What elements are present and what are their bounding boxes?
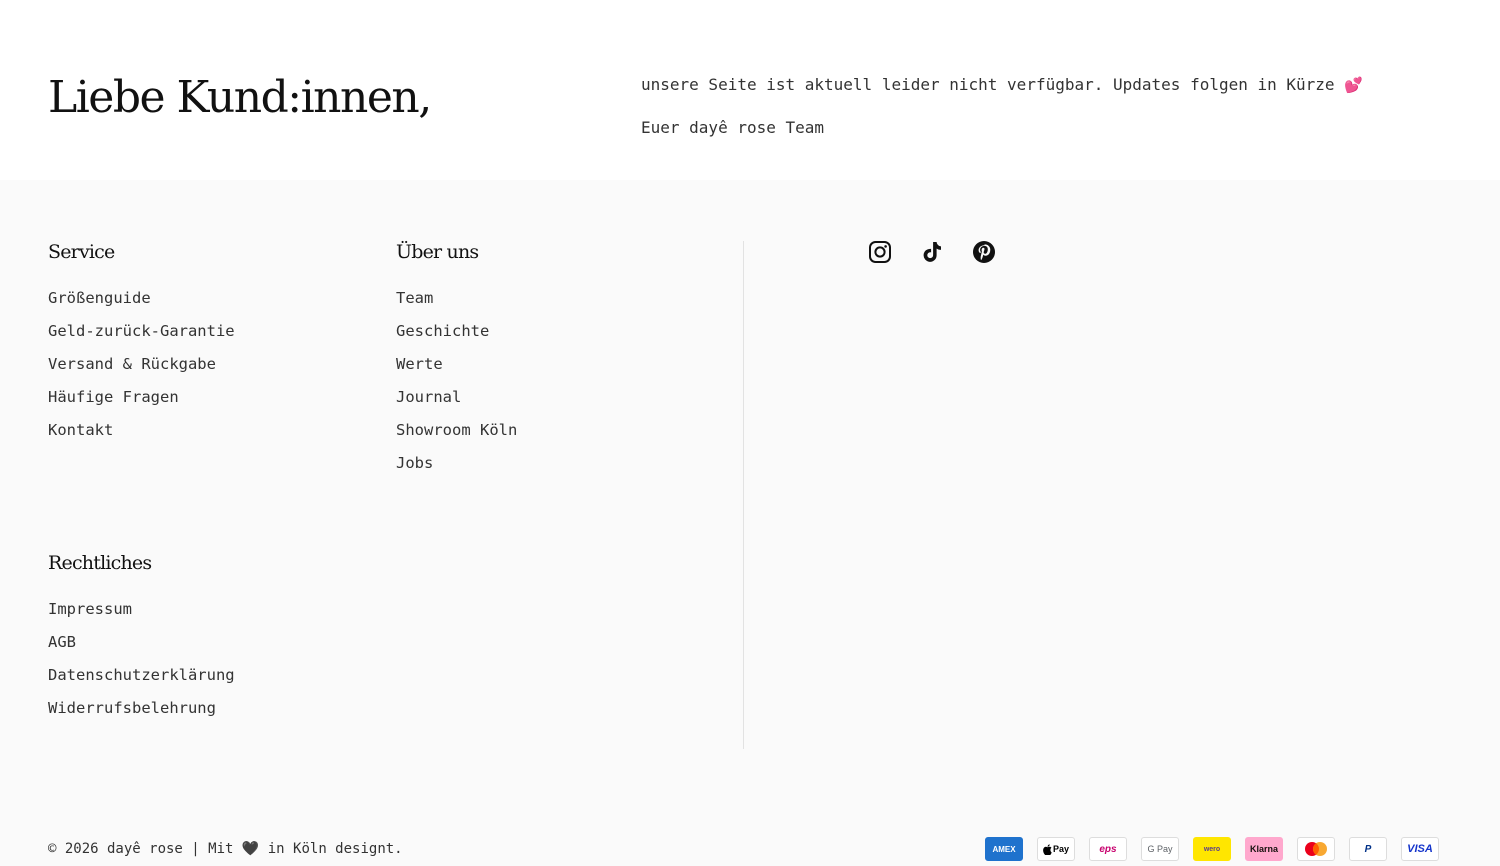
klarna-icon: Klarna	[1245, 837, 1283, 861]
footer-link-shipping-returns[interactable]: Versand & Rückgabe	[48, 355, 216, 373]
footer-links-legal: Impressum AGB Datenschutzerklärung Wider…	[48, 598, 235, 730]
footer-link-jobs[interactable]: Jobs	[396, 454, 433, 472]
footer-link-money-back[interactable]: Geld-zurück-Garantie	[48, 322, 235, 340]
footer-column-legal: Rechtliches Impressum AGB Datenschutzerk…	[48, 550, 235, 730]
footer-link-history[interactable]: Geschichte	[396, 322, 489, 340]
tiktok-icon	[923, 242, 941, 262]
amex-icon: AMEX	[985, 837, 1023, 861]
footer-link-contact[interactable]: Kontakt	[48, 421, 113, 439]
pinterest-icon	[973, 241, 995, 263]
footer-column-service: Service Größenguide Geld-zurück-Garantie…	[48, 239, 235, 452]
pinterest-link[interactable]	[970, 238, 998, 266]
footer-link-journal[interactable]: Journal	[396, 388, 461, 406]
black-heart-icon: 🖤	[241, 841, 260, 857]
footer-link-size-guide[interactable]: Größenguide	[48, 289, 151, 307]
footer-link-withdrawal[interactable]: Widerrufsbelehrung	[48, 699, 216, 717]
footer-links-about: Team Geschichte Werte Journal Showroom K…	[396, 287, 517, 485]
site-footer: Service Größenguide Geld-zurück-Garantie…	[0, 180, 1500, 866]
copyright-notice: © 2026 dayê rose | Mit 🖤 in Köln designt…	[48, 839, 403, 859]
page-title: Liebe Kund:innen,	[48, 72, 432, 123]
footer-divider	[743, 241, 744, 749]
instagram-icon	[869, 241, 891, 263]
footer-heading-about: Über uns	[396, 241, 479, 263]
eps-icon: eps	[1089, 837, 1127, 861]
copyright-prefix: © 2026 dayê rose | Mit	[48, 841, 234, 857]
mastercard-icon	[1297, 837, 1335, 861]
tiktok-link[interactable]	[918, 238, 946, 266]
footer-column-about: Über uns Team Geschichte Werte Journal S…	[396, 239, 517, 485]
social-links	[866, 238, 998, 266]
instagram-link[interactable]	[866, 238, 894, 266]
maintenance-message-text: unsere Seite ist aktuell leider nicht ve…	[641, 75, 1335, 94]
footer-heading-service: Service	[48, 241, 115, 263]
footer-link-imprint[interactable]: Impressum	[48, 600, 132, 618]
footer-link-team[interactable]: Team	[396, 289, 433, 307]
paypal-icon: P	[1349, 837, 1387, 861]
footer-link-faq[interactable]: Häufige Fragen	[48, 388, 179, 406]
apple-pay-icon: Pay	[1037, 837, 1075, 861]
payment-methods: AMEX Pay eps G Pay wero Klarna P VISA	[985, 837, 1439, 861]
maintenance-signature: Euer dayê rose Team	[641, 118, 825, 137]
footer-link-privacy[interactable]: Datenschutzerklärung	[48, 666, 235, 684]
footer-heading-legal: Rechtliches	[48, 552, 152, 574]
footer-link-showroom[interactable]: Showroom Köln	[396, 421, 517, 439]
two-hearts-icon: 💕	[1344, 76, 1363, 94]
footer-link-values[interactable]: Werte	[396, 355, 443, 373]
footer-link-terms[interactable]: AGB	[48, 633, 76, 651]
wero-icon: wero	[1193, 837, 1231, 861]
maintenance-message: unsere Seite ist aktuell leider nicht ve…	[641, 74, 1363, 96]
copyright-suffix: in Köln designt.	[267, 841, 403, 857]
maintenance-banner: Liebe Kund:innen, unsere Seite ist aktue…	[0, 0, 1500, 180]
google-pay-icon: G Pay	[1141, 837, 1179, 861]
footer-links-service: Größenguide Geld-zurück-Garantie Versand…	[48, 287, 235, 452]
visa-icon: VISA	[1401, 837, 1439, 861]
